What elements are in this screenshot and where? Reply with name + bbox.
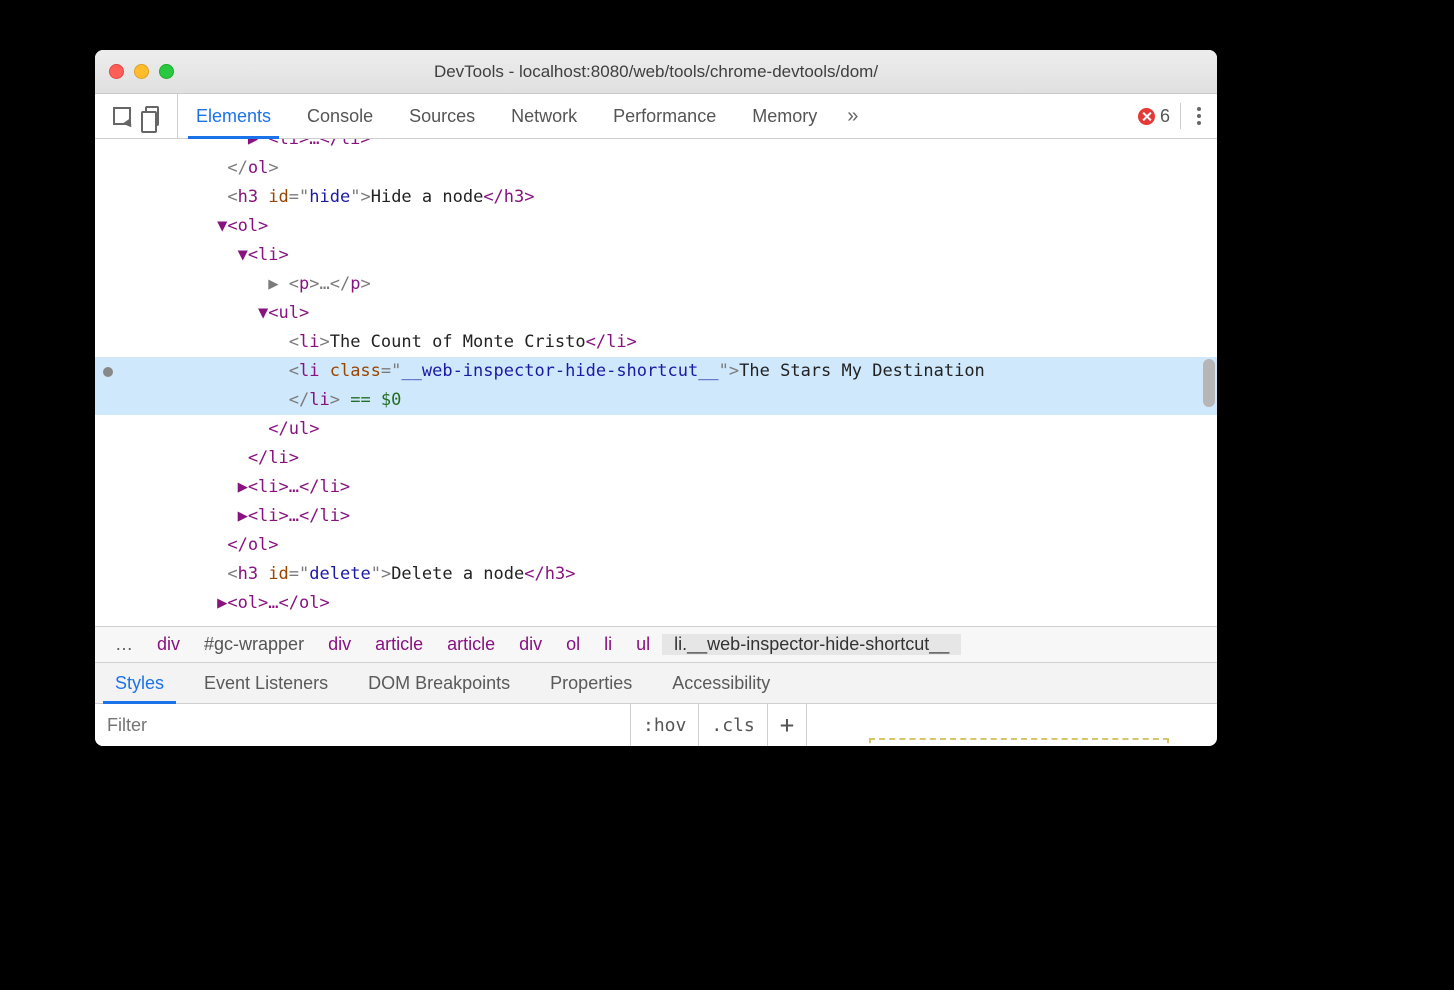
hidden-node-marker-icon: [103, 367, 113, 377]
dom-line[interactable]: ▶ <li>…</li>: [95, 139, 1217, 154]
dom-line-selected[interactable]: <li class="__web-inspector-hide-shortcut…: [95, 357, 1217, 386]
scrollbar-thumb[interactable]: [1203, 359, 1215, 407]
titlebar: DevTools - localhost:8080/web/tools/chro…: [95, 50, 1217, 94]
styles-toolbar: :hov .cls +: [95, 704, 1217, 746]
crumb-item[interactable]: div: [316, 634, 363, 655]
crumb-item[interactable]: div: [507, 634, 554, 655]
tab-accessibility[interactable]: Accessibility: [652, 663, 790, 703]
dom-line-selected[interactable]: </li> == $0: [95, 386, 1217, 415]
dom-line[interactable]: ▶<li>…</li>: [95, 473, 1217, 502]
crumb-item-selected[interactable]: li.__web-inspector-hide-shortcut__: [662, 634, 961, 655]
settings-menu-icon[interactable]: [1191, 107, 1207, 125]
hov-toggle-button[interactable]: :hov: [631, 704, 699, 746]
inspect-element-icon[interactable]: [113, 107, 131, 125]
crumb-item[interactable]: ul: [624, 634, 662, 655]
tab-memory[interactable]: Memory: [734, 94, 835, 138]
crumb-item[interactable]: li: [592, 634, 624, 655]
dom-line[interactable]: <li>The Count of Monte Cristo</li>: [95, 328, 1217, 357]
panel-tabs: Elements Console Sources Network Perform…: [178, 94, 870, 138]
separator: [1180, 103, 1181, 129]
dom-line[interactable]: ▶ <p>…</p>: [95, 270, 1217, 299]
dom-line[interactable]: </li>: [95, 444, 1217, 473]
toolbar-left-group: [95, 94, 178, 138]
cls-toggle-button[interactable]: .cls: [699, 704, 767, 746]
tab-dom-breakpoints[interactable]: DOM Breakpoints: [348, 663, 530, 703]
tab-styles[interactable]: Styles: [95, 663, 184, 703]
device-toggle-icon[interactable]: [145, 106, 159, 126]
tab-network[interactable]: Network: [493, 94, 595, 138]
error-count: 6: [1160, 106, 1170, 127]
traffic-lights: [109, 64, 174, 79]
tab-console[interactable]: Console: [289, 94, 391, 138]
dom-tree[interactable]: ▶ <li>…</li> </ol> <h3 id="hide">Hide a …: [95, 139, 1217, 626]
dom-line[interactable]: ▼<ol>: [95, 212, 1217, 241]
zoom-icon[interactable]: [159, 64, 174, 79]
tab-properties[interactable]: Properties: [530, 663, 652, 703]
tab-elements[interactable]: Elements: [178, 94, 289, 138]
dom-line[interactable]: <h3 id="hide">Hide a node</h3>: [95, 183, 1217, 212]
error-icon: [1138, 108, 1155, 125]
new-style-rule-button[interactable]: +: [768, 704, 807, 746]
styles-sidebar-tabs: Styles Event Listeners DOM Breakpoints P…: [95, 662, 1217, 704]
crumb-item[interactable]: div: [145, 634, 192, 655]
dom-line[interactable]: ▼<li>: [95, 241, 1217, 270]
window-title: DevTools - localhost:8080/web/tools/chro…: [95, 62, 1217, 82]
dom-line[interactable]: <h3 id="delete">Delete a node</h3>: [95, 560, 1217, 589]
dom-line[interactable]: ▼<ul>: [95, 299, 1217, 328]
tab-performance[interactable]: Performance: [595, 94, 734, 138]
dom-line[interactable]: </ol>: [95, 531, 1217, 560]
tab-event-listeners[interactable]: Event Listeners: [184, 663, 348, 703]
crumb-item[interactable]: article: [435, 634, 507, 655]
tab-sources[interactable]: Sources: [391, 94, 493, 138]
crumb-item[interactable]: #gc-wrapper: [192, 634, 316, 655]
crumb-item[interactable]: ol: [554, 634, 592, 655]
crumb-item[interactable]: article: [363, 634, 435, 655]
dom-line[interactable]: ▶<li>…</li>: [95, 502, 1217, 531]
box-model-margin-preview: [869, 738, 1169, 746]
dom-line[interactable]: </ol>: [95, 154, 1217, 183]
crumb-overflow[interactable]: …: [103, 634, 145, 655]
close-icon[interactable]: [109, 64, 124, 79]
toolbar-right-group: 6: [1138, 94, 1217, 138]
styles-filter-input[interactable]: [95, 704, 631, 746]
error-count-badge[interactable]: 6: [1138, 106, 1170, 127]
main-toolbar: Elements Console Sources Network Perform…: [95, 94, 1217, 139]
dom-line[interactable]: ▶<ol>…</ol>: [95, 589, 1217, 618]
tabs-overflow-icon[interactable]: »: [835, 94, 870, 138]
minimize-icon[interactable]: [134, 64, 149, 79]
devtools-window: DevTools - localhost:8080/web/tools/chro…: [95, 50, 1217, 746]
breadcrumb: … div #gc-wrapper div article article di…: [95, 626, 1217, 662]
dom-line[interactable]: </ul>: [95, 415, 1217, 444]
